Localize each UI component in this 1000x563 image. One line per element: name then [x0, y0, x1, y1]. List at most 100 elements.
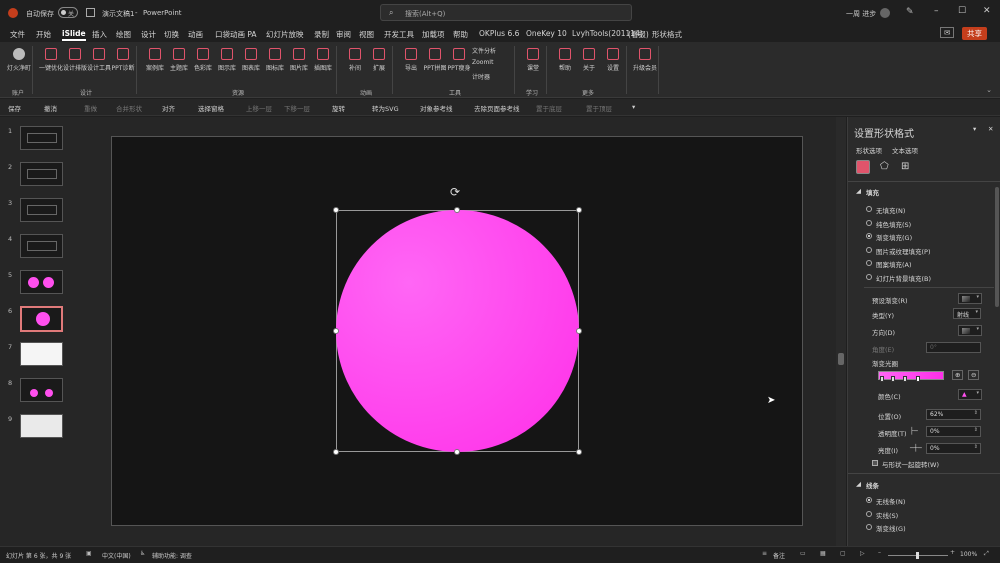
line-radio-1[interactable]: [866, 510, 872, 517]
ribbon-button-5-0[interactable]: 课堂: [520, 44, 546, 72]
gradient-stop-handle[interactable]: [916, 376, 921, 382]
qat-more-icon[interactable]: ▾: [632, 103, 635, 111]
gradient-angle-control[interactable]: 0°: [926, 342, 981, 353]
transparency-slider-icon[interactable]: ├─: [910, 427, 918, 435]
resize-handle-n[interactable]: [454, 207, 460, 213]
resize-handle-s[interactable]: [454, 449, 460, 455]
transparency-input[interactable]: 0% ⇕: [926, 426, 981, 437]
brightness-slider-icon[interactable]: ─┼─: [910, 444, 922, 452]
preset-gradient-control[interactable]: ▾: [958, 293, 982, 304]
tab-17[interactable]: OneKey 10: [526, 29, 567, 38]
tab-4[interactable]: 绘图: [116, 29, 131, 40]
add-stop-icon[interactable]: ⊕: [952, 370, 964, 380]
ribbon-button-2-0[interactable]: 案例库: [142, 44, 168, 72]
slide-thumbnail-2[interactable]: [20, 162, 63, 186]
pink-circle-shape[interactable]: [336, 210, 579, 452]
search-box[interactable]: ⌕ 搜索(Alt+Q): [380, 4, 632, 21]
ribbon-button-1-1[interactable]: 设计排版: [62, 44, 88, 72]
line-collapse-icon[interactable]: ◢: [856, 480, 861, 488]
gradient-stop-handle[interactable]: [903, 376, 907, 382]
rotate-with-shape-label[interactable]: 与形状一起旋转(W): [882, 459, 939, 469]
slide-thumbnail-1[interactable]: [20, 126, 63, 150]
resize-handle-nw[interactable]: [333, 207, 339, 213]
tab-10[interactable]: 录制: [314, 29, 329, 40]
ribbon-button-2-4[interactable]: 图表库: [238, 44, 264, 72]
ribbon-small-button-0[interactable]: 文件分析: [472, 46, 496, 55]
ribbon-button-3-1[interactable]: 扩展: [366, 44, 392, 72]
pane-scrollbar[interactable]: [995, 187, 999, 307]
tab-15[interactable]: 帮助: [453, 29, 468, 40]
pane-options-icon[interactable]: ▾: [973, 125, 976, 133]
resize-handle-ne[interactable]: [576, 207, 582, 213]
line-section-header[interactable]: 线条: [866, 480, 879, 490]
slide-thumbnail-9[interactable]: [20, 414, 63, 438]
fit-slide-icon[interactable]: ⤢: [984, 550, 989, 558]
gradient-stop-handle[interactable]: [891, 376, 895, 382]
fill-radio-0[interactable]: [866, 206, 872, 212]
ribbon-button-3-0[interactable]: 补间: [342, 44, 368, 72]
fill-radio-1[interactable]: [866, 219, 872, 226]
resize-handle-w[interactable]: [333, 328, 339, 334]
zoom-out-icon[interactable]: –: [878, 549, 881, 556]
line-option-label[interactable]: 渐变线(G): [876, 523, 906, 533]
ribbon-small-button-1[interactable]: ZoomIt: [472, 59, 493, 66]
comment-icon[interactable]: ✉: [940, 27, 955, 38]
tab-7[interactable]: 动画: [188, 29, 203, 40]
fill-section-header[interactable]: 填充: [866, 187, 879, 197]
gradient-stop-handle[interactable]: [880, 376, 885, 382]
ribbon-button-2-6[interactable]: 图片库: [286, 44, 312, 72]
slide-thumbnail-7[interactable]: [20, 342, 63, 366]
ribbon-button-2-5[interactable]: 图标库: [262, 44, 288, 72]
qat-item-3[interactable]: 合并形状: [116, 103, 142, 113]
tab-13[interactable]: 开发工具: [384, 29, 414, 40]
line-option-label[interactable]: 实线(S): [876, 510, 898, 520]
ribbon-button-1-3[interactable]: PPT诊断: [110, 44, 136, 72]
stop-position-input[interactable]: 62% ⇕: [926, 409, 981, 420]
qat-item-12[interactable]: 置于底层: [536, 103, 562, 113]
line-radio-2[interactable]: [866, 524, 872, 530]
fill-radio-4[interactable]: [866, 260, 872, 266]
slide-thumbnail-4[interactable]: [20, 234, 63, 258]
tab-19[interactable]: 形状格式: [652, 29, 682, 40]
ribbon-button-2-7[interactable]: 插图库: [310, 44, 336, 72]
notes-button[interactable]: 备注: [773, 551, 785, 560]
qat-item-7[interactable]: 下移一层: [284, 103, 310, 113]
minimize-icon[interactable]: –: [934, 6, 939, 16]
share-button[interactable]: 共享: [962, 27, 987, 40]
qat-item-1[interactable]: 撤消: [44, 103, 57, 113]
gradient-stops-bar[interactable]: [878, 371, 944, 382]
brightness-input[interactable]: 0% ⇕: [926, 443, 981, 454]
rotate-handle-icon[interactable]: ⟳: [450, 185, 460, 199]
language[interactable]: 中文(中国): [102, 551, 131, 560]
avatar[interactable]: [880, 8, 890, 18]
fill-option-label[interactable]: 渐变填充(G): [876, 232, 912, 242]
zoom-slider[interactable]: [888, 552, 948, 559]
qat-item-6[interactable]: 上移一层: [246, 103, 272, 113]
close-icon[interactable]: ✕: [983, 6, 991, 16]
pen-icon[interactable]: ✎: [906, 7, 914, 17]
qat-item-2[interactable]: 重做: [84, 103, 97, 113]
fill-option-label[interactable]: 纯色填充(S): [876, 219, 911, 229]
spinner-icon[interactable]: ⇕: [974, 410, 978, 416]
tab-extra[interactable]: (看报): [628, 29, 649, 40]
fill-option-label[interactable]: 图案填充(A): [876, 259, 912, 269]
autosave-toggle[interactable]: 关: [58, 7, 78, 18]
tab-9[interactable]: 幻灯片放映: [266, 29, 304, 40]
fill-collapse-icon[interactable]: ◢: [856, 187, 861, 195]
resize-handle-e[interactable]: [576, 328, 582, 334]
tab-3[interactable]: 插入: [92, 29, 107, 40]
fill-option-label[interactable]: 无填充(N): [876, 205, 905, 215]
ribbon-button-7-0[interactable]: 升级会员: [632, 44, 658, 72]
ribbon-small-button-2[interactable]: 计时器: [472, 72, 490, 81]
gradient-direction-control[interactable]: ▾: [958, 325, 982, 336]
fill-radio-3[interactable]: [866, 246, 872, 253]
save-icon[interactable]: [86, 8, 95, 17]
slide-thumbnail-5[interactable]: [20, 270, 63, 294]
qat-item-11[interactable]: 去除页面参考线: [474, 103, 520, 113]
resize-handle-se[interactable]: [576, 449, 582, 455]
ribbon-button-6-0[interactable]: 帮助: [552, 44, 578, 72]
line-radio-0[interactable]: [866, 497, 872, 503]
remove-stop-icon[interactable]: ⊖: [968, 370, 980, 380]
ribbon-button-1-0[interactable]: 一键优化: [38, 44, 64, 72]
ribbon-button-4-1[interactable]: PPT拼图: [422, 44, 448, 72]
